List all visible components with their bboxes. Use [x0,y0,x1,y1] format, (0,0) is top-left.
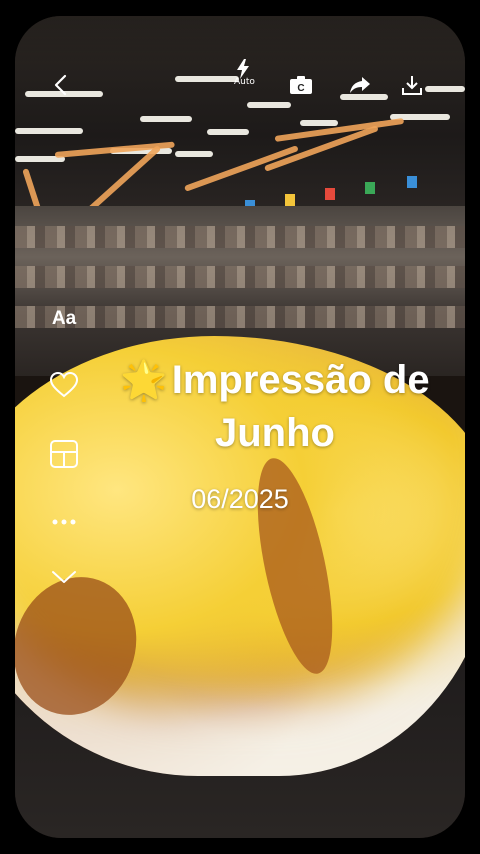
chevron-left-icon[interactable] [48,72,74,98]
title-line-2: Junho [215,411,335,455]
flash-mode-label: Auto [234,77,255,87]
download-icon[interactable] [399,72,425,98]
story-editor-frame: Auto C Aa 🌟 Impressão de Junho 06/2025 [15,16,465,838]
title-line-1: Impressão de [171,358,430,402]
heart-icon[interactable] [49,370,79,400]
story-title[interactable]: 🌟 Impressão de Junho [85,354,465,459]
layout-grid-icon[interactable] [49,439,79,469]
text-tool-button[interactable]: Aa [49,304,79,334]
svg-text:C: C [297,83,304,94]
share-arrow-icon[interactable] [347,72,373,98]
top-toolbar: Auto C [15,16,465,96]
chevron-down-icon[interactable] [49,562,79,592]
text-tool-label: Aa [51,308,77,329]
caption-camera-icon[interactable]: C [288,72,314,98]
story-date[interactable]: 06/2025 [140,484,340,515]
more-dots-icon[interactable] [49,507,79,537]
star-emoji-icon: 🌟 [120,360,168,402]
